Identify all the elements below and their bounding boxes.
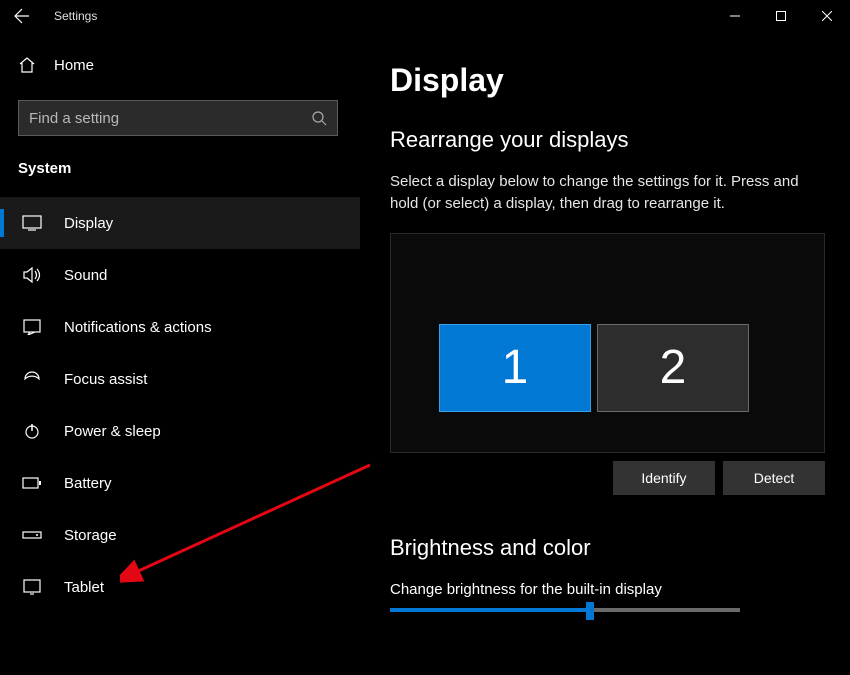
monitor-2[interactable]: 2: [597, 324, 749, 412]
brightness-slider[interactable]: [390, 608, 740, 612]
minimize-icon: [730, 11, 740, 21]
focus-assist-icon: [22, 369, 42, 389]
sidebar-item-label: Battery: [64, 475, 112, 492]
slider-thumb[interactable]: [586, 602, 594, 620]
sidebar-item-label: Display: [64, 215, 113, 232]
sidebar-item-label: Notifications & actions: [64, 319, 212, 336]
rearrange-heading: Rearrange your displays: [390, 127, 820, 153]
back-arrow-icon: [14, 8, 30, 24]
search-icon: [311, 110, 327, 126]
search-input[interactable]: Find a setting: [18, 100, 338, 136]
main-content: Display Rearrange your displays Select a…: [360, 32, 850, 675]
page-title: Display: [390, 62, 820, 99]
titlebar: Settings: [0, 0, 850, 32]
display-icon: [22, 213, 42, 233]
sidebar-item-label: Tablet: [64, 579, 104, 596]
maximize-button[interactable]: [758, 0, 804, 32]
battery-icon: [22, 473, 42, 493]
identify-button[interactable]: Identify: [613, 461, 715, 495]
monitor-1[interactable]: 1: [439, 324, 591, 412]
home-icon: [18, 56, 36, 74]
power-icon: [22, 421, 42, 441]
sidebar-item-storage[interactable]: Storage: [0, 509, 360, 561]
sidebar-item-label: Power & sleep: [64, 423, 161, 440]
sidebar-item-label: Sound: [64, 267, 107, 284]
search-placeholder: Find a setting: [29, 110, 119, 127]
maximize-icon: [776, 11, 786, 21]
close-button[interactable]: [804, 0, 850, 32]
sidebar-item-power-sleep[interactable]: Power & sleep: [0, 405, 360, 457]
tablet-icon: [22, 577, 42, 597]
window-title: Settings: [44, 9, 97, 23]
sidebar-item-tablet[interactable]: Tablet: [0, 561, 360, 613]
sidebar-item-sound[interactable]: Sound: [0, 249, 360, 301]
nav-list: Display Sound Notifications & actions Fo…: [0, 197, 360, 613]
sidebar-item-focus-assist[interactable]: Focus assist: [0, 353, 360, 405]
sidebar-item-display[interactable]: Display: [0, 197, 360, 249]
sidebar-item-notifications[interactable]: Notifications & actions: [0, 301, 360, 353]
sidebar-item-label: Focus assist: [64, 371, 147, 388]
detect-button[interactable]: Detect: [723, 461, 825, 495]
rearrange-description: Select a display below to change the set…: [390, 171, 820, 215]
storage-icon: [22, 525, 42, 545]
notifications-icon: [22, 317, 42, 337]
sidebar: Home Find a setting System Display Sound: [0, 32, 360, 675]
section-title: System: [0, 142, 360, 185]
close-icon: [822, 11, 832, 21]
sidebar-item-battery[interactable]: Battery: [0, 457, 360, 509]
home-nav[interactable]: Home: [0, 42, 360, 88]
sound-icon: [22, 265, 42, 285]
brightness-label: Change brightness for the built-in displ…: [390, 581, 820, 598]
brightness-heading: Brightness and color: [390, 535, 820, 561]
home-label: Home: [54, 57, 94, 74]
minimize-button[interactable]: [712, 0, 758, 32]
back-button[interactable]: [0, 0, 44, 32]
display-arrange-area[interactable]: 1 2: [390, 233, 825, 453]
sidebar-item-label: Storage: [64, 527, 117, 544]
